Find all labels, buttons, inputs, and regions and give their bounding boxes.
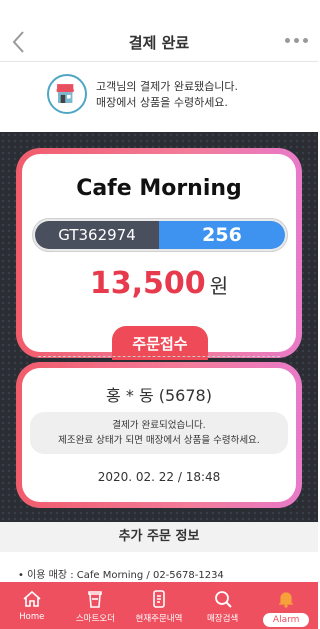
store-info: • 이용 매장 : Cafe Morning / 02-5678-1234 [18,570,224,581]
nav-store-search-label: 매장검색 [206,614,239,624]
ticket-divider [38,356,280,357]
customer-name: 홍 * 동 (5678) [106,386,212,405]
order-date: 2020. 02. 22 / 18:48 [97,470,221,484]
amount-unit: 원 [209,274,229,298]
order-card: Cafe Morning GT362974 256 13,500 원 주문접수 [16,148,302,360]
nav-smart-order-label: 스마트오더 [75,614,115,624]
order-code: GT362974 [35,221,159,249]
message-line-2: 제조완료 상태가 되면 매장에서 상품을 수령하세요. [58,435,260,446]
payment-amount: 13,500 원 [22,266,296,301]
page-title: 결제 완료 [128,34,190,52]
store-icon [47,74,87,114]
more-options-icon[interactable] [285,38,308,43]
completion-message: 결제가 완료되었습니다. 제조완료 상태가 되면 매장에서 상품을 수령하세요. [30,412,288,454]
extra-info-heading: 추가 주문 정보 [0,522,318,552]
order-number: 256 [159,221,285,249]
cup-icon [88,591,103,608]
order-status-tab: 주문접수 [112,326,208,360]
nav-current-orders[interactable]: 현재주문내역 [127,582,191,629]
order-list-icon [153,590,165,608]
shop-name: Cafe Morning [76,176,242,201]
header: 결제 완료 [0,0,318,62]
search-icon [214,591,232,608]
amount-value: 13,500 [89,266,206,301]
home-icon [23,590,41,607]
nav-alarm-label: Alarm [262,613,310,627]
nav-home[interactable]: Home [0,582,64,629]
message-line-1: 결제가 완료되었습니다. [112,420,206,431]
order-code-box: GT362974 256 [32,218,288,252]
nav-alarm[interactable]: Alarm [254,582,318,629]
customer-card: 홍 * 동 (5678) 결제가 완료되었습니다. 제조완료 상태가 되면 매장… [16,362,302,508]
nav-store-search[interactable]: 매장검색 [191,582,255,629]
nav-current-orders-label: 현재주문내역 [135,614,183,624]
nav-smart-order[interactable]: 스마트오더 [64,582,128,629]
bell-icon [279,592,294,608]
payment-notice: 고객님의 결제가 완료됐습니다. 매장에서 상품을 수령하세요. [0,62,318,132]
notice-line-2: 매장에서 상품을 수령하세요. [96,96,228,109]
notice-line-1: 고객님의 결제가 완료됐습니다. [96,80,239,93]
bottom-nav: Home 스마트오더 현재주문내역 매장검색 Alarm [0,582,318,629]
nav-home-label: Home [19,612,45,622]
